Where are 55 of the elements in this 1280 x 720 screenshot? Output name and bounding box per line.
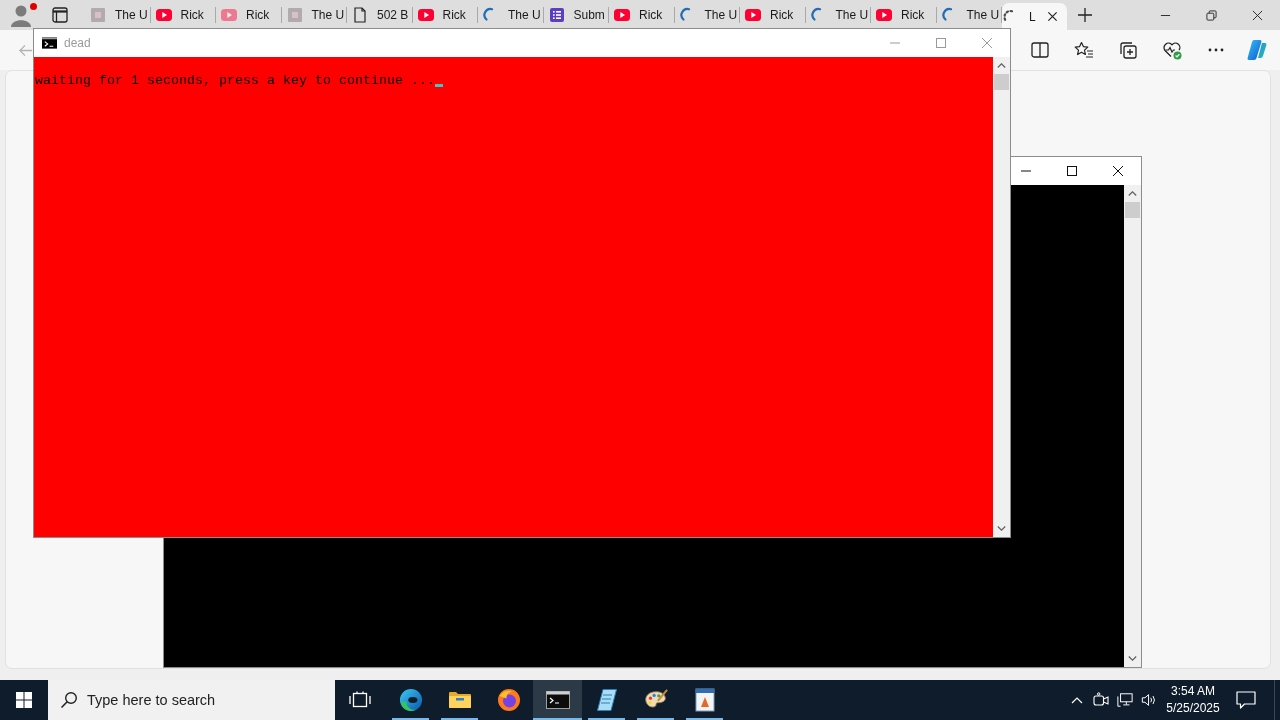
chevron-up-icon[interactable] — [1071, 696, 1083, 704]
search-field[interactable]: Type here to search — [48, 680, 335, 720]
browser-tab[interactable]: Rick — [412, 0, 478, 30]
scroll-down-icon[interactable] — [997, 526, 1006, 531]
restore-icon[interactable] — [1205, 9, 1217, 21]
taskbar-button[interactable] — [533, 680, 582, 720]
window-icon[interactable] — [51, 6, 69, 24]
scroll-down-icon[interactable] — [1128, 656, 1137, 661]
start-icon[interactable] — [16, 692, 32, 708]
browser-tab[interactable]: The U — [85, 0, 151, 30]
browser-tab[interactable]: Rick — [216, 0, 282, 30]
terminal-icon — [545, 688, 570, 712]
browser-tab[interactable]: Rick — [740, 0, 806, 30]
favorites-icon[interactable] — [1074, 40, 1094, 60]
scroll-up-icon[interactable] — [1128, 191, 1137, 196]
plus-icon[interactable] — [1078, 8, 1092, 22]
scrollbar[interactable] — [993, 57, 1010, 537]
browser-tab[interactable]: The U — [805, 0, 871, 30]
window-title: dead — [64, 36, 91, 50]
task-view-icon[interactable] — [348, 691, 371, 709]
flame-globe-icon — [496, 688, 521, 712]
notifications-icon[interactable] — [1236, 691, 1256, 709]
browser-tab[interactable]: Rick — [609, 0, 675, 30]
scrollbar[interactable] — [1124, 185, 1141, 667]
split-screen-icon[interactable] — [1030, 40, 1050, 60]
clock-time: 3:54 AM — [1171, 683, 1215, 700]
browser-tab[interactable]: Rick — [871, 0, 937, 30]
close-icon[interactable] — [1047, 11, 1058, 22]
browser-tab[interactable]: Subm — [543, 0, 609, 30]
ribbon-logo-icon[interactable] — [1246, 39, 1268, 61]
scroll-up-icon[interactable] — [997, 63, 1006, 68]
browser-tab[interactable]: The U — [674, 0, 740, 30]
close-icon[interactable] — [1113, 166, 1123, 176]
speaker-icon[interactable] — [1141, 692, 1157, 708]
terminal-icon — [42, 37, 57, 49]
browser-icon — [398, 688, 423, 712]
notepad-icon — [594, 688, 619, 712]
video-camera-icon[interactable] — [1093, 692, 1109, 708]
browser-tab[interactable]: 502 B — [347, 0, 413, 30]
maximize-icon[interactable] — [1067, 166, 1077, 176]
close-icon[interactable] — [1251, 9, 1263, 21]
browser-tab[interactable]: Rick — [150, 0, 216, 30]
collections-icon[interactable] — [1118, 40, 1138, 60]
browser-tab[interactable]: L — [1002, 3, 1067, 30]
browser-tab[interactable]: The U — [281, 0, 347, 30]
document-icon — [692, 688, 717, 712]
scrollbar-thumb[interactable] — [1125, 202, 1140, 218]
network-icon[interactable] — [1117, 692, 1133, 708]
scrollbar-thumb[interactable] — [994, 74, 1009, 90]
search-icon — [60, 691, 78, 709]
browser-tab[interactable]: The U — [936, 0, 1002, 30]
clock-date: 5/25/2025 — [1166, 700, 1220, 717]
console-text: waiting for 1 seconds, press a key to continue ... — [35, 73, 435, 88]
heart-check-icon[interactable] — [1162, 40, 1182, 60]
browser-tab[interactable]: The U — [478, 0, 544, 30]
